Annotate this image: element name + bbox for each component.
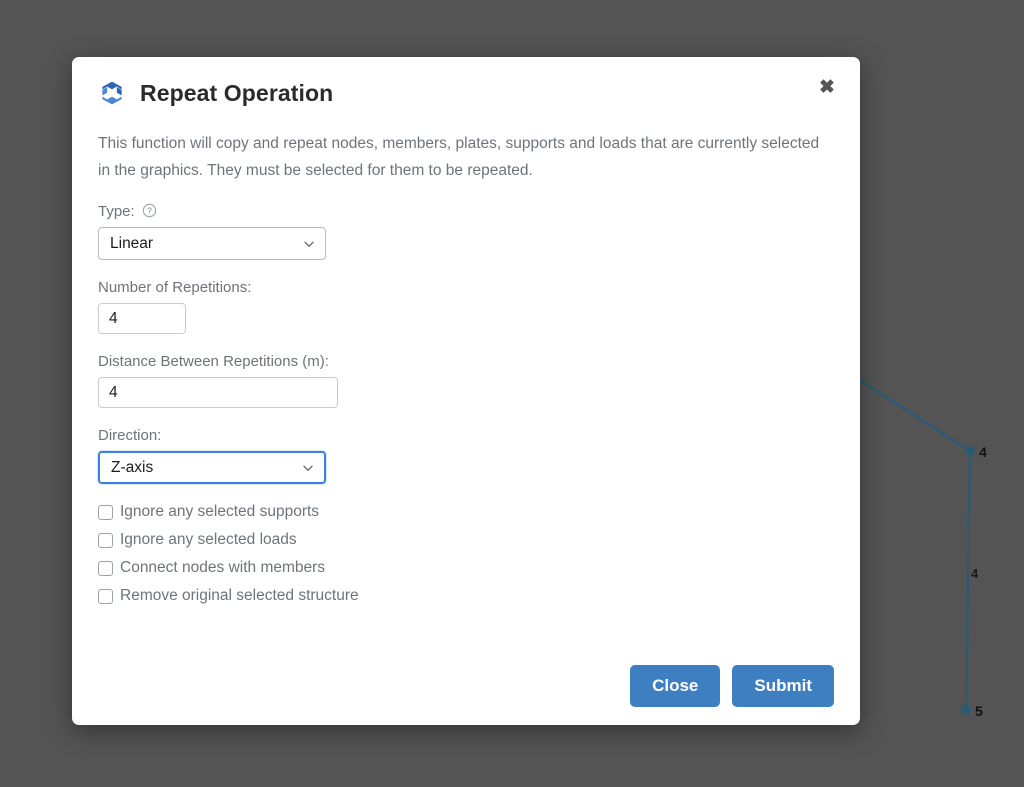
model-node-label-5: 5	[975, 704, 983, 718]
submit-button[interactable]: Submit	[732, 665, 834, 707]
options-checkbox-list: Ignore any selected supports Ignore any …	[98, 503, 834, 605]
checkbox-ignore-loads[interactable]	[98, 533, 113, 548]
chevron-down-icon	[301, 461, 315, 475]
checkbox-ignore-supports[interactable]	[98, 505, 113, 520]
model-node-label-4: 4	[979, 445, 987, 459]
direction-select-value: Z-axis	[111, 459, 153, 477]
svg-text:?: ?	[147, 206, 152, 216]
field-repetitions: Number of Repetitions:	[98, 279, 834, 334]
close-button[interactable]: Close	[630, 665, 720, 707]
dialog-header: Repeat Operation ✖	[72, 57, 860, 107]
checkbox-label-ignore-loads: Ignore any selected loads	[120, 531, 297, 549]
help-question-icon[interactable]: ?	[142, 203, 157, 218]
field-type: Type: ? Linear	[98, 203, 834, 260]
type-select-value: Linear	[110, 235, 153, 253]
checkbox-row-remove-original[interactable]: Remove original selected structure	[98, 587, 834, 605]
checkbox-label-ignore-supports: Ignore any selected supports	[120, 503, 319, 521]
checkbox-remove-original[interactable]	[98, 589, 113, 604]
repetitions-input[interactable]	[98, 303, 186, 334]
checkbox-row-ignore-loads[interactable]: Ignore any selected loads	[98, 531, 834, 549]
close-icon[interactable]: ✖	[816, 77, 838, 99]
repeat-hex-logo-icon	[98, 79, 126, 107]
distance-input[interactable]	[98, 377, 338, 408]
repetitions-label: Number of Repetitions:	[98, 279, 834, 296]
dialog-body: This function will copy and repeat nodes…	[72, 131, 860, 605]
checkbox-label-remove-original: Remove original selected structure	[120, 587, 359, 605]
chevron-down-icon	[302, 237, 316, 251]
direction-label: Direction:	[98, 427, 834, 444]
type-label-text: Type:	[98, 203, 135, 220]
field-direction: Direction: Z-axis	[98, 427, 834, 484]
checkbox-row-connect-nodes[interactable]: Connect nodes with members	[98, 559, 834, 577]
checkbox-row-ignore-supports[interactable]: Ignore any selected supports	[98, 503, 834, 521]
checkbox-label-connect-nodes: Connect nodes with members	[120, 559, 325, 577]
model-node-4	[965, 446, 975, 456]
dialog-description: This function will copy and repeat nodes…	[98, 131, 828, 184]
model-member-diagonal	[858, 379, 970, 451]
model-node-5	[961, 705, 971, 715]
field-distance: Distance Between Repetitions (m):	[98, 353, 834, 408]
checkbox-connect-nodes[interactable]	[98, 561, 113, 576]
type-label: Type: ?	[98, 203, 834, 220]
type-select[interactable]: Linear	[98, 227, 326, 260]
model-member-label-4: 4	[971, 567, 978, 580]
direction-select[interactable]: Z-axis	[98, 451, 326, 484]
dialog-title: Repeat Operation	[140, 80, 333, 107]
repeat-operation-dialog: Repeat Operation ✖ This function will co…	[72, 57, 860, 725]
dialog-footer: Close Submit	[630, 665, 834, 707]
model-member-vertical	[966, 451, 970, 710]
distance-label: Distance Between Repetitions (m):	[98, 353, 834, 370]
